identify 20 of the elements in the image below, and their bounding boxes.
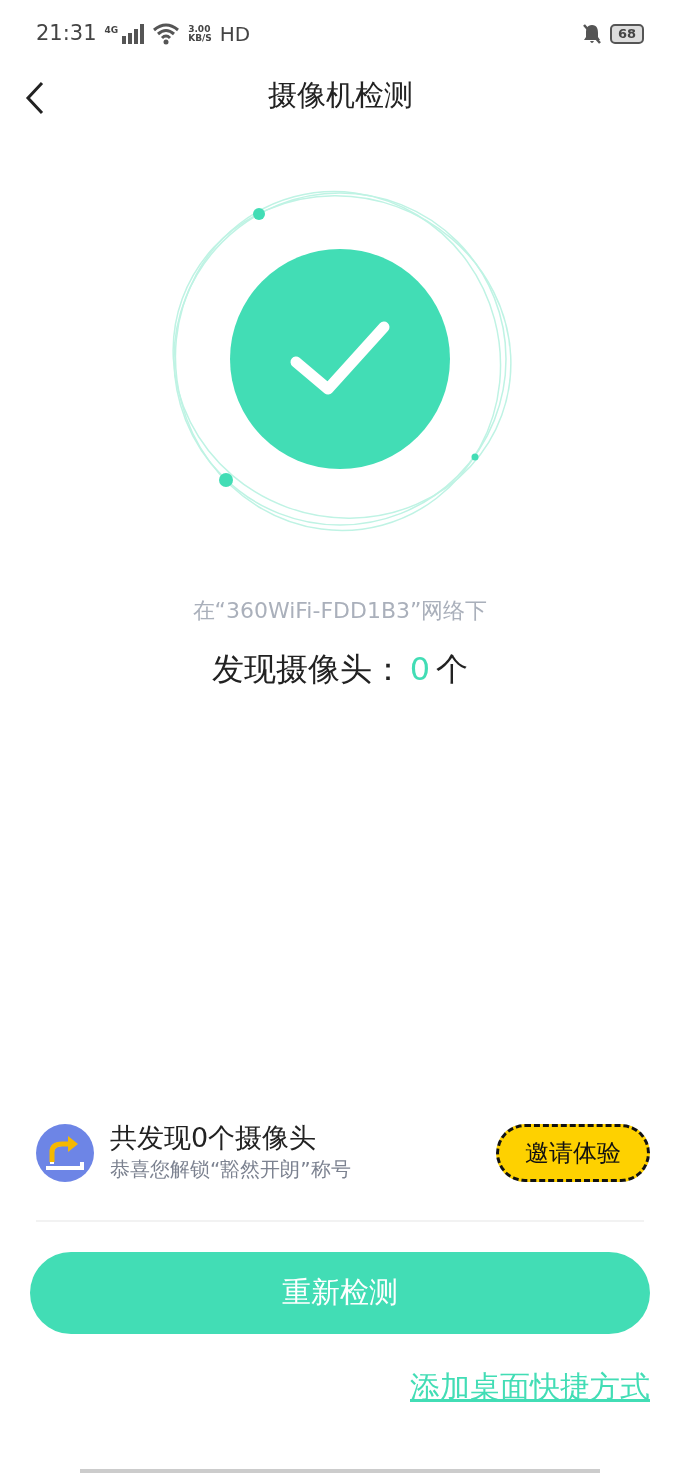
hd-label: HD	[219, 21, 251, 48]
network-type: 4G	[104, 24, 119, 37]
speed-unit: KB/S	[188, 34, 212, 43]
status-time: 21:31	[36, 20, 97, 48]
achievement-subtitle: 恭喜您解锁“豁然开朗”称号	[110, 1156, 352, 1184]
signal-icon	[122, 24, 145, 44]
muted-bell-icon	[581, 23, 602, 45]
achievement-title: 共发现0个摄像头	[110, 1121, 318, 1155]
speed-value: 3.00	[188, 25, 212, 34]
camera-count: 0	[408, 649, 432, 690]
rescan-button[interactable]: 重新检测	[30, 1252, 650, 1334]
shortcut-link[interactable]: 添加桌面快捷方式	[410, 1364, 650, 1409]
count-unit: 个	[436, 649, 469, 690]
count-label: 发现摄像头：	[211, 649, 404, 690]
share-icon	[36, 1124, 94, 1182]
battery-level: 68	[609, 24, 644, 44]
page-title: 摄像机检测	[267, 77, 413, 115]
network-note: 在“360WiFi-FDD1B3”网络下	[191, 597, 489, 625]
wifi-icon	[152, 23, 181, 45]
invite-button[interactable]: 邀请体验	[496, 1124, 650, 1182]
